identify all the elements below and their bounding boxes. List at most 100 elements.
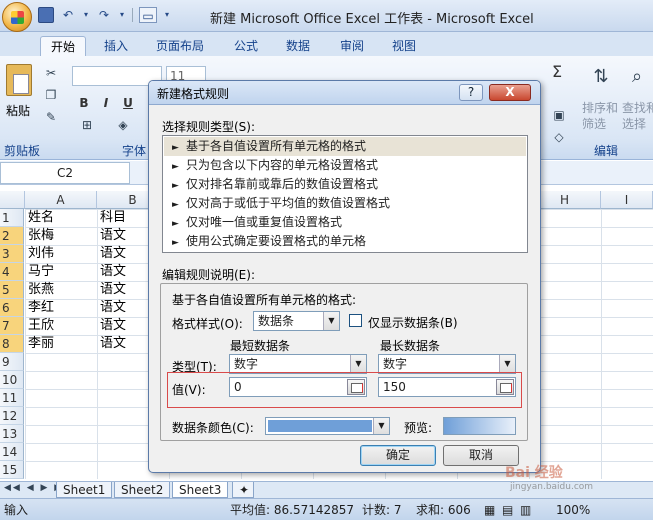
row-header[interactable]: 6	[0, 299, 24, 317]
show-bar-only-checkbox[interactable]	[349, 314, 362, 327]
redo-icon[interactable]: ↷	[96, 7, 112, 23]
fill-color-icon[interactable]: ◈	[116, 118, 130, 132]
view-layout-icon[interactable]: ▤	[502, 500, 513, 520]
max-type-select[interactable]: 数字 ▼	[378, 354, 516, 374]
qat-more-icon[interactable]: ▾	[163, 7, 171, 23]
underline-button[interactable]: U	[118, 94, 138, 112]
row-header[interactable]: 4	[0, 263, 24, 281]
row-header[interactable]: 3	[0, 245, 24, 263]
find-select-icon[interactable]: ⌕	[626, 68, 648, 86]
rule-type-item[interactable]: ► 基于各自值设置所有单元格的格式	[164, 137, 526, 156]
rule-type-item[interactable]: ► 只为包含以下内容的单元格设置格式	[164, 156, 526, 175]
watermark-logo: Bai 经验	[505, 465, 563, 481]
view-pagebreak-icon[interactable]: ▥	[520, 500, 531, 520]
name-box[interactable]: C2	[0, 162, 130, 184]
chevron-down-icon[interactable]: ▼	[350, 355, 366, 373]
help-button[interactable]: ?	[459, 84, 483, 101]
color-swatch	[268, 420, 372, 432]
cell-a8[interactable]: 李丽	[25, 335, 97, 353]
copy-icon[interactable]: ❐	[44, 88, 58, 102]
zoom-level[interactable]: 100%	[556, 500, 590, 520]
min-type-select[interactable]: 数字 ▼	[229, 354, 367, 374]
value-label: 值(V):	[172, 383, 206, 397]
preview-label: 预览:	[404, 421, 433, 435]
paste-icon[interactable]	[6, 64, 32, 96]
cell-a5[interactable]: 张燕	[25, 281, 97, 299]
italic-button[interactable]: I	[96, 94, 116, 112]
rule-type-item[interactable]: ► 使用公式确定要设置格式的单元格	[164, 232, 526, 251]
cell-a1[interactable]: 姓名	[25, 209, 97, 227]
bar-color-label: 数据条颜色(C):	[172, 421, 254, 435]
sheet-tab-2[interactable]: Sheet2	[114, 482, 171, 498]
row-header[interactable]: 9	[0, 353, 24, 371]
chevron-down-icon[interactable]: ▼	[373, 418, 389, 434]
bar-color-select[interactable]: ▼	[265, 417, 390, 435]
format-style-label: 格式样式(O):	[172, 317, 243, 331]
dialog-title-bar[interactable]: 新建格式规则 ? X	[149, 81, 540, 105]
row-header[interactable]: 5	[0, 281, 24, 299]
row-header[interactable]: 10	[0, 371, 24, 389]
fill-icon[interactable]: ▣	[552, 108, 566, 122]
cell-a4[interactable]: 马宁	[25, 263, 97, 281]
row-header[interactable]: 13	[0, 425, 24, 443]
column-header-a[interactable]: A	[25, 191, 97, 209]
tab-view[interactable]: 视图	[382, 36, 426, 57]
autosum-icon[interactable]: Σ	[552, 62, 562, 81]
row-header[interactable]: 2	[0, 227, 24, 245]
sort-filter-label[interactable]: 排序和 筛选	[582, 100, 618, 132]
range-picker-icon[interactable]	[496, 379, 514, 395]
tab-formulas[interactable]: 公式	[224, 36, 268, 57]
range-picker-icon[interactable]	[347, 379, 365, 395]
close-button[interactable]: X	[489, 84, 531, 101]
find-select-label[interactable]: 查找和 选择	[622, 100, 653, 132]
cell-a6[interactable]: 李红	[25, 299, 97, 317]
row-header[interactable]: 8	[0, 335, 24, 353]
save-icon[interactable]	[38, 7, 54, 23]
borders-icon[interactable]: ⊞	[80, 118, 94, 132]
tab-page-layout[interactable]: 页面布局	[146, 36, 214, 57]
select-all-corner[interactable]	[0, 191, 25, 209]
rule-type-item[interactable]: ► 仅对唯一值或重复值设置格式	[164, 213, 526, 232]
ok-button[interactable]: 确定	[360, 445, 436, 466]
show-bar-only-label[interactable]: 仅显示数据条(B)	[368, 314, 458, 331]
rule-type-list[interactable]: ► 基于各自值设置所有单元格的格式 ► 只为包含以下内容的单元格设置格式 ► 仅对排名…	[162, 135, 528, 253]
bold-button[interactable]: B	[74, 94, 94, 112]
status-count: 计数: 7	[362, 503, 402, 517]
tab-home[interactable]: 开始	[40, 36, 87, 57]
sheet-tab-3[interactable]: Sheet3	[172, 482, 229, 498]
row-header[interactable]: 11	[0, 389, 24, 407]
customize-qat-icon[interactable]: ▭	[139, 7, 157, 23]
office-button[interactable]	[2, 2, 32, 32]
row-header[interactable]: 7	[0, 317, 24, 335]
min-value-input[interactable]: 0	[229, 377, 367, 397]
row-header[interactable]: 1	[0, 209, 24, 227]
chevron-down-icon[interactable]: ▼	[499, 355, 515, 373]
format-painter-icon[interactable]: ✎	[44, 110, 58, 124]
cut-icon[interactable]: ✂	[44, 66, 58, 80]
max-value-input[interactable]: 150	[378, 377, 516, 397]
row-header[interactable]: 14	[0, 443, 24, 461]
rule-type-item[interactable]: ► 仅对高于或低于平均值的数值设置格式	[164, 194, 526, 213]
column-header-i[interactable]: I	[601, 191, 653, 209]
sheet-tab-1[interactable]: Sheet1	[56, 482, 113, 498]
cell-a2[interactable]: 张梅	[25, 227, 97, 245]
paste-label[interactable]: 粘贴	[6, 102, 30, 119]
rule-type-item[interactable]: ► 仅对排名靠前或靠后的数值设置格式	[164, 175, 526, 194]
tab-review[interactable]: 审阅	[330, 36, 374, 57]
row-header[interactable]: 15	[0, 461, 24, 479]
cell-a3[interactable]: 刘伟	[25, 245, 97, 263]
redo-dropdown-icon[interactable]: ▾	[118, 7, 126, 23]
clear-icon[interactable]: ◇	[552, 130, 566, 144]
view-normal-icon[interactable]: ▦	[484, 500, 495, 520]
chevron-down-icon[interactable]: ▼	[323, 312, 339, 330]
row-header[interactable]: 12	[0, 407, 24, 425]
tab-insert[interactable]: 插入	[94, 36, 138, 57]
sort-filter-icon[interactable]: ⇅	[590, 68, 612, 86]
undo-dropdown-icon[interactable]: ▾	[82, 7, 90, 23]
cell-a7[interactable]: 王欣	[25, 317, 97, 335]
format-style-select[interactable]: 数据条 ▼	[253, 311, 340, 331]
tab-data[interactable]: 数据	[276, 36, 320, 57]
insert-sheet-icon[interactable]: ✦	[232, 482, 254, 498]
undo-icon[interactable]: ↶	[60, 7, 76, 23]
dialog-title: 新建格式规则	[157, 87, 230, 101]
